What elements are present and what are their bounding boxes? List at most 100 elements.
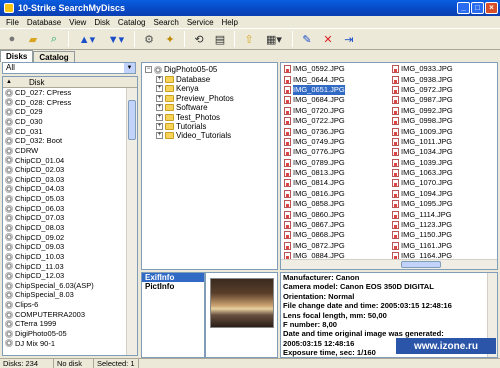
file-item[interactable]: IMG_0814.JPG: [282, 178, 392, 188]
file-item[interactable]: IMG_0736.JPG: [282, 126, 392, 136]
disk-column-header[interactable]: Disk: [15, 78, 45, 87]
file-item[interactable]: IMG_1094.JPG: [390, 189, 497, 199]
disk-list-item[interactable]: CDRW: [3, 146, 137, 156]
file-item[interactable]: IMG_1039.JPG: [390, 158, 497, 168]
file-item[interactable]: IMG_0813.JPG: [282, 168, 392, 178]
disk-list-item[interactable]: ChipSpecial_8.03: [3, 290, 137, 300]
disk-list-item[interactable]: CD_029: [3, 107, 137, 117]
file-item[interactable]: IMG_0872.JPG: [282, 241, 392, 251]
disk-list-item[interactable]: Clips-6: [3, 300, 137, 310]
menu-view[interactable]: View: [65, 18, 90, 27]
expand-icon[interactable]: +: [156, 113, 163, 121]
disk-list-item[interactable]: ChipCD_05.03: [3, 194, 137, 204]
disk-list-item[interactable]: CD_030: [3, 117, 137, 127]
file-item[interactable]: IMG_1011.JPG: [390, 137, 497, 147]
file-item[interactable]: IMG_0592.JPG: [282, 64, 392, 74]
folder-tree[interactable]: − DigPhoto05-05 + Database + Kenya + Preview_…: [141, 62, 278, 270]
file-item[interactable]: IMG_0938.JPG: [390, 74, 497, 84]
file-item[interactable]: IMG_0776.JPG: [282, 147, 392, 157]
expand-icon[interactable]: +: [156, 132, 163, 140]
disk-list-item[interactable]: CD_032: Boot: [3, 136, 137, 146]
file-item[interactable]: IMG_1095.JPG: [390, 199, 497, 209]
disk-list-header[interactable]: ▲ Disk: [3, 77, 137, 88]
file-item[interactable]: IMG_0998.JPG: [390, 116, 497, 126]
tree-folder[interactable]: + Database: [156, 75, 210, 84]
file-item[interactable]: IMG_0972.JPG: [390, 85, 497, 95]
expand-icon[interactable]: +: [156, 104, 163, 112]
settings-icon[interactable]: ⚙: [140, 30, 158, 48]
exit-icon[interactable]: ⇥: [340, 30, 358, 48]
disk-list-item[interactable]: ChipCD_01.04: [3, 155, 137, 165]
delete-icon[interactable]: ✕: [319, 30, 337, 48]
file-item[interactable]: IMG_0644.JPG: [282, 74, 392, 84]
file-item[interactable]: IMG_1114.JPG: [390, 209, 497, 219]
file-item[interactable]: IMG_1009.JPG: [390, 126, 497, 136]
menu-search[interactable]: Search: [149, 18, 182, 27]
file-item[interactable]: IMG_0992.JPG: [390, 106, 497, 116]
disk-list-item[interactable]: ChipCD_09.02: [3, 233, 137, 243]
view-mode-icon[interactable]: ▦▾: [261, 30, 287, 48]
disk-list-item[interactable]: DJ Mix 90-1: [3, 339, 137, 349]
file-item[interactable]: IMG_1161.JPG: [390, 241, 497, 251]
minimize-button[interactable]: _: [457, 2, 470, 14]
file-item[interactable]: IMG_0816.JPG: [282, 189, 392, 199]
disk-list-item[interactable]: ChipCD_10.03: [3, 252, 137, 262]
file-item[interactable]: IMG_1150.JPG: [390, 230, 497, 240]
tree-folder[interactable]: + Test_Photos: [156, 113, 220, 122]
tree-folder[interactable]: + Kenya: [156, 84, 199, 93]
disk-list-item[interactable]: ChipCD_09.03: [3, 242, 137, 252]
expand-icon[interactable]: +: [156, 76, 163, 83]
menu-service[interactable]: Service: [183, 18, 218, 27]
menu-disk[interactable]: Disk: [90, 18, 114, 27]
back-icon[interactable]: ●: [3, 30, 21, 48]
expand-icon[interactable]: +: [156, 94, 163, 102]
file-item[interactable]: IMG_0749.JPG: [282, 137, 392, 147]
file-item[interactable]: IMG_0789.JPG: [282, 158, 392, 168]
file-item[interactable]: IMG_0933.JPG: [390, 64, 497, 74]
disk-list-item[interactable]: CD_031: [3, 127, 137, 137]
disk-list-item[interactable]: ChipCD_04.03: [3, 184, 137, 194]
file-item[interactable]: IMG_0860.JPG: [282, 209, 392, 219]
file-item[interactable]: IMG_1063.JPG: [390, 168, 497, 178]
file-item[interactable]: IMG_1034.JPG: [390, 147, 497, 157]
refresh-icon[interactable]: ⟲: [190, 30, 208, 48]
menu-file[interactable]: File: [2, 18, 23, 27]
disk-list-item[interactable]: ChipCD_02.03: [3, 165, 137, 175]
disk-list-item[interactable]: COMPUTERRA2003: [3, 310, 137, 320]
expand-icon[interactable]: +: [156, 85, 163, 93]
disk-list-scrollbar[interactable]: [126, 88, 137, 355]
disk-list-item[interactable]: ChipCD_06.03: [3, 204, 137, 214]
disk-list-item[interactable]: ChipCD_07.03: [3, 213, 137, 223]
tree-folder[interactable]: + Video_Tutorials: [156, 131, 231, 140]
tree-folder[interactable]: + Software: [156, 103, 208, 112]
disk-list-item[interactable]: CD_027: CPress: [3, 88, 137, 98]
tab-exifinfo[interactable]: ExifInfo: [142, 273, 204, 282]
tree-root[interactable]: − DigPhoto05-05: [145, 65, 217, 74]
eject-icon[interactable]: ▲▾: [74, 30, 100, 48]
disk-list-item[interactable]: CD_028: CPress: [3, 98, 137, 108]
up-folder-icon[interactable]: ⇧: [240, 30, 258, 48]
disk-list-item[interactable]: ChipCD_11.03: [3, 262, 137, 272]
search-icon[interactable]: ⌕: [45, 30, 63, 48]
file-list-scrollbar[interactable]: [281, 259, 497, 269]
disk-filter-select[interactable]: All ▼: [2, 62, 136, 74]
expand-icon[interactable]: +: [156, 123, 163, 130]
maximize-button[interactable]: □: [471, 2, 484, 14]
info-tab-list[interactable]: ExifInfo PictInfo: [141, 272, 205, 358]
collapse-icon[interactable]: −: [145, 66, 152, 73]
file-item[interactable]: IMG_0858.JPG: [282, 199, 392, 209]
file-item[interactable]: IMG_0651.JPG: [282, 84, 392, 95]
file-item[interactable]: IMG_0684.JPG: [282, 95, 392, 105]
file-item[interactable]: IMG_0868.JPG: [282, 230, 392, 240]
properties-icon[interactable]: ▤: [211, 30, 229, 48]
disk-list-item[interactable]: ChipSpecial_6.03(ASP): [3, 281, 137, 291]
open-folder-icon[interactable]: ▰: [24, 30, 42, 48]
file-item[interactable]: IMG_1070.JPG: [390, 178, 497, 188]
chevron-down-icon[interactable]: ▼: [124, 63, 135, 73]
wizard-icon[interactable]: ✦: [161, 30, 179, 48]
tab-pictinfo[interactable]: PictInfo: [142, 282, 204, 291]
edit-icon[interactable]: ✎: [298, 30, 316, 48]
tree-folder[interactable]: + Tutorials: [156, 122, 206, 131]
tab-disks[interactable]: Disks: [0, 50, 34, 62]
disk-list[interactable]: ▲ Disk CD_027: CPress CD_028: CPress CD_02…: [2, 76, 138, 356]
